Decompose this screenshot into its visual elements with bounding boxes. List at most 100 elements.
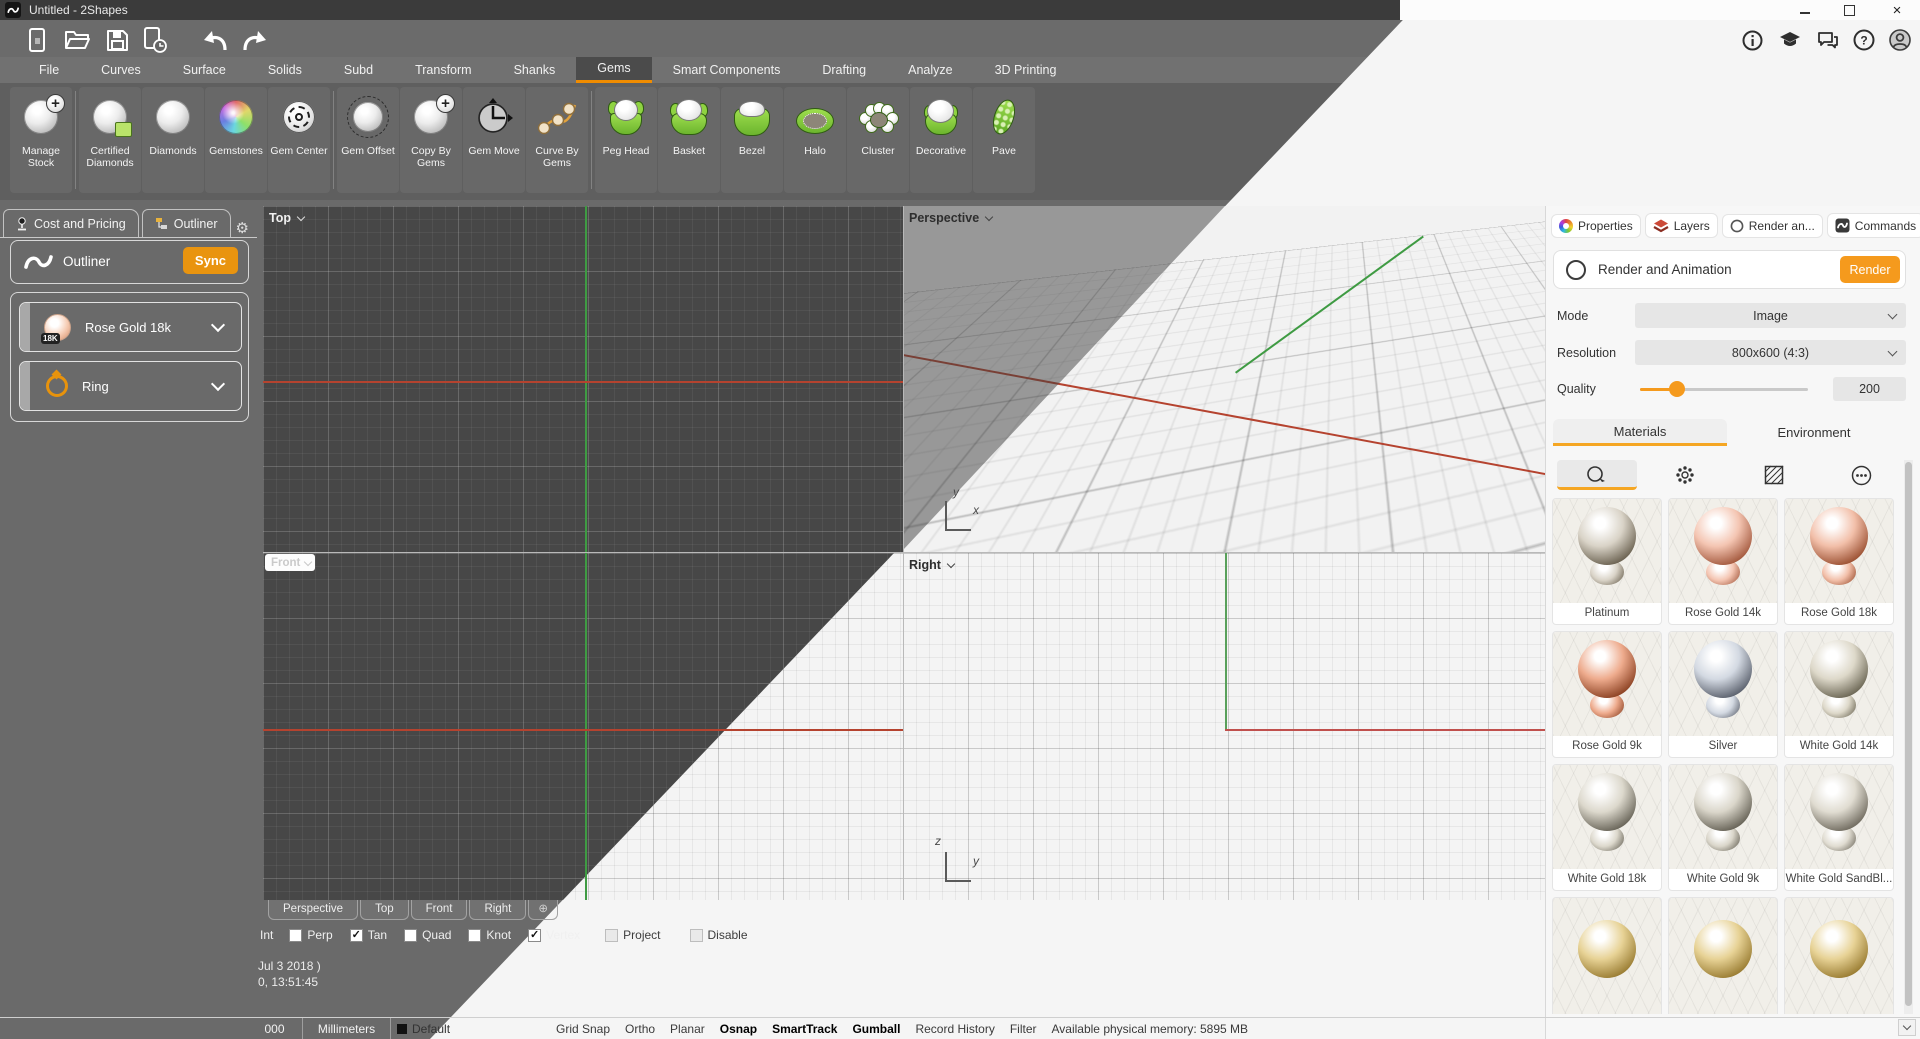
scrollbar-thumb[interactable] <box>1905 462 1912 1006</box>
viewport-menu-arrow-icon[interactable] <box>304 557 312 565</box>
viewport-splitter-horizontal[interactable] <box>263 552 1545 553</box>
tab-render-animation[interactable]: Render an... <box>1722 214 1823 238</box>
quality-value[interactable]: 200 <box>1833 377 1906 401</box>
toggle-filter[interactable]: Filter <box>1010 1022 1037 1036</box>
viewport-tab-perspective[interactable]: Perspective <box>268 900 358 920</box>
tool-gem-move[interactable]: Gem Move <box>463 87 525 193</box>
outliner-item-ring[interactable]: Ring <box>19 361 242 411</box>
tab-solids[interactable]: Solids <box>247 57 323 83</box>
tab-3d-printing[interactable]: 3D Printing <box>974 57 1078 83</box>
material-partial[interactable] <box>1668 897 1778 1014</box>
checkbox[interactable] <box>404 929 417 942</box>
education-button[interactable] <box>1776 28 1804 52</box>
current-layer[interactable]: Default <box>412 1022 450 1036</box>
close-button[interactable]: × <box>1882 0 1912 20</box>
tab-properties[interactable]: Properties <box>1551 214 1641 238</box>
tab-environment[interactable]: Environment <box>1727 419 1901 446</box>
tab-layers[interactable]: Layers <box>1645 213 1718 238</box>
quality-slider[interactable] <box>1640 388 1808 391</box>
material-white-gold-14k[interactable]: White Gold 14k <box>1784 631 1894 758</box>
materials-scrollbar[interactable] <box>1904 460 1913 1014</box>
tab-drafting[interactable]: Drafting <box>801 57 887 83</box>
tab-outliner[interactable]: Outliner <box>142 209 231 237</box>
slider-handle[interactable] <box>1669 381 1685 397</box>
osnap-disable[interactable]: Disable <box>690 928 748 942</box>
viewport-top-label[interactable]: Top <box>269 211 304 225</box>
tab-smart-components[interactable]: Smart Components <box>652 57 802 83</box>
tool-bezel[interactable]: Bezel <box>721 87 783 193</box>
osnap-int-label[interactable]: Int <box>260 928 273 942</box>
tool-basket[interactable]: Basket <box>658 87 720 193</box>
tool-peg-head[interactable]: Peg Head <box>595 87 657 193</box>
checkbox-checked[interactable]: ✓ <box>528 929 541 942</box>
units-display[interactable]: Millimeters <box>303 1018 391 1039</box>
tab-analyze[interactable]: Analyze <box>887 57 973 83</box>
viewport-right[interactable]: z y Right <box>903 553 1545 900</box>
material-silver[interactable]: Silver <box>1668 631 1778 758</box>
viewport-menu-arrow-icon[interactable] <box>297 212 305 220</box>
left-panel-gear-icon[interactable]: ⚙ <box>236 219 249 237</box>
sync-button[interactable]: Sync <box>183 247 238 274</box>
tab-file[interactable]: File <box>18 57 80 83</box>
chevron-down-icon[interactable] <box>211 318 225 332</box>
viewport-menu-arrow-icon[interactable] <box>985 212 993 220</box>
osnap-quad[interactable]: Quad <box>404 928 451 942</box>
toggle-smarttrack[interactable]: SmartTrack <box>772 1022 837 1036</box>
material-white-gold-sandblasted[interactable]: White Gold SandBl... <box>1784 764 1894 891</box>
undo-button[interactable] <box>198 25 232 55</box>
tool-cluster[interactable]: Cluster <box>847 87 909 193</box>
tool-diamonds[interactable]: Diamonds <box>142 87 204 193</box>
category-more[interactable] <box>1822 460 1902 490</box>
tool-halo[interactable]: Halo <box>784 87 846 193</box>
viewport-front-label[interactable]: Front <box>265 554 315 571</box>
outliner-item-rose-gold[interactable]: 18K Rose Gold 18k <box>19 302 242 352</box>
tab-shanks[interactable]: Shanks <box>493 57 577 83</box>
tool-copy-by-gems[interactable]: + Copy By Gems <box>400 87 462 193</box>
toggle-grid-snap[interactable]: Grid Snap <box>556 1022 610 1036</box>
category-metals[interactable] <box>1557 460 1637 490</box>
tool-gem-offset[interactable]: Gem Offset <box>337 87 399 193</box>
viewport-right-label[interactable]: Right <box>909 558 954 572</box>
osnap-project[interactable]: Project <box>605 928 660 942</box>
material-partial[interactable] <box>1784 897 1894 1014</box>
material-platinum[interactable]: Platinum <box>1552 498 1662 625</box>
tab-subd[interactable]: Subd <box>323 57 394 83</box>
checkbox[interactable] <box>690 929 703 942</box>
toggle-record-history[interactable]: Record History <box>915 1022 994 1036</box>
tab-transform[interactable]: Transform <box>394 57 493 83</box>
tab-surface[interactable]: Surface <box>162 57 247 83</box>
checkbox-checked[interactable]: ✓ <box>350 929 363 942</box>
material-partial[interactable] <box>1552 897 1662 1014</box>
viewport-tab-front[interactable]: Front <box>411 900 468 920</box>
viewport-tab-right[interactable]: Right <box>469 900 526 920</box>
osnap-perp[interactable]: Perp <box>289 928 332 942</box>
help-button[interactable]: ? <box>1850 28 1878 52</box>
viewport-menu-arrow-icon[interactable] <box>947 559 955 567</box>
toggle-osnap[interactable]: Osnap <box>720 1022 757 1036</box>
save-button[interactable] <box>100 25 134 55</box>
incremental-save-button[interactable] <box>138 25 172 55</box>
material-white-gold-18k[interactable]: White Gold 18k <box>1552 764 1662 891</box>
maximize-button[interactable] <box>1834 0 1864 20</box>
checkbox[interactable] <box>468 929 481 942</box>
material-rose-gold-14k[interactable]: Rose Gold 14k <box>1668 498 1778 625</box>
viewport-front[interactable]: Front <box>263 553 903 900</box>
osnap-vertex[interactable]: ✓Vertex <box>528 928 580 942</box>
checkbox[interactable] <box>605 929 618 942</box>
tool-gemstones[interactable]: Gemstones <box>205 87 267 193</box>
viewport-top[interactable]: Top <box>263 206 903 553</box>
new-document-button[interactable] <box>20 25 54 55</box>
tool-gem-center[interactable]: Gem Center <box>268 87 330 193</box>
category-gems[interactable] <box>1645 460 1725 490</box>
category-textures[interactable] <box>1734 460 1814 490</box>
checkbox[interactable] <box>289 929 302 942</box>
tool-certified-diamonds[interactable]: Certified Diamonds <box>79 87 141 193</box>
account-button[interactable] <box>1886 28 1914 52</box>
redo-button[interactable] <box>238 25 272 55</box>
viewport-tab-top[interactable]: Top <box>360 900 409 920</box>
tab-cost-and-pricing[interactable]: Cost and Pricing <box>3 209 139 237</box>
render-button[interactable]: Render <box>1840 256 1900 283</box>
viewport-tab-add[interactable]: ⊕ <box>528 900 558 920</box>
material-rose-gold-9k[interactable]: Rose Gold 9k <box>1552 631 1662 758</box>
resolution-dropdown[interactable]: 800x600 (4:3) <box>1635 340 1906 365</box>
